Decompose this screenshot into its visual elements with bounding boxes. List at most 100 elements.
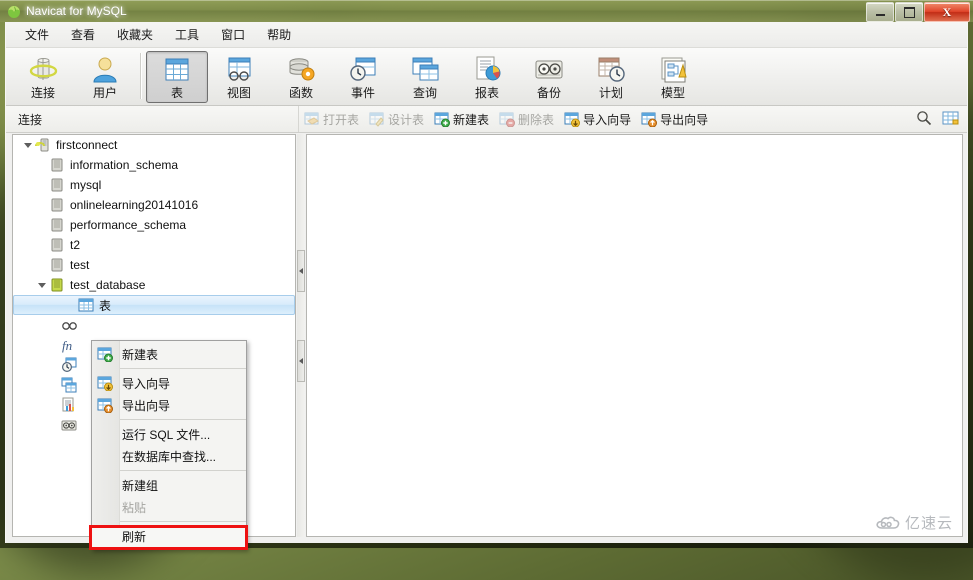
main-toolbar: 连接 用户 表 视图 函数 事件 查询 报表 备份 计划 模型 [6,48,967,106]
open-table-icon [304,112,319,125]
action-label: 导入向导 [583,112,632,127]
toolbar-label: 模型 [660,86,685,100]
menu-item-tools[interactable]: 工具 [164,23,210,46]
tree-node-label: t2 [70,238,81,252]
toolbar-button-query[interactable]: 查询 [394,51,456,103]
tree-node-label: 表 [99,298,112,313]
expander-icon[interactable] [35,275,49,295]
tree-node-onlinelearning[interactable]: onlinelearning20141016 [13,195,295,215]
action-label: 导出向导 [660,112,709,127]
grid-view-icon[interactable] [942,110,959,126]
event-icon [350,57,376,81]
toolbar-label: 备份 [536,86,561,100]
table-node-icon [78,298,94,312]
menu-item-file[interactable]: 文件 [14,23,60,46]
open-table-button[interactable]: 打开表 [304,111,359,128]
menu-item-window[interactable]: 窗口 [210,23,256,46]
query-icon [412,57,439,81]
client-area: 文件 查看 收藏夹 工具 窗口 帮助 连接 用户 表 视图 函数 事件 查询 报… [5,22,968,550]
toolbar-label: 表 [170,86,183,100]
database-grey-icon [51,198,63,212]
export-wizard-icon [641,112,658,127]
context-menu-item-import-wizard[interactable]: 导入向导 [92,372,246,394]
connection-icon [29,58,58,80]
import-wizard-button[interactable]: 导入向导 [564,111,631,128]
tree-node-view[interactable] [13,315,295,335]
splitter-collapse-handle[interactable] [297,250,305,292]
watermark: 亿速云 [875,512,953,533]
action-label: 删除表 [518,112,555,127]
maximize-button[interactable] [895,2,923,22]
tree-node-label: information_schema [70,158,179,172]
model-icon [661,57,687,83]
panel-splitter[interactable] [297,134,305,537]
menu-item-favorites[interactable]: 收藏夹 [106,23,164,46]
tree-node-table[interactable]: 表 [13,295,295,315]
toolbar-button-table[interactable]: 表 [146,51,208,103]
user-icon [93,57,117,83]
strip-actions: 打开表 设计表 新建表 删除表 导入向导 导出向导 [304,109,718,129]
tree-node-test[interactable]: test [13,255,295,275]
context-menu-item-find-in-database[interactable]: 在数据库中查找... [92,445,246,467]
schedule-icon [598,57,625,82]
new-table-icon [97,347,113,362]
context-menu[interactable]: 新建表 导入向导 导出向导 运行 SQL 文件... 在数据库中查找... 新建… [91,340,247,550]
object-list-area[interactable] [306,134,963,537]
title-bar[interactable]: Navicat for MySQL X [0,0,973,22]
search-icon[interactable] [916,110,932,126]
toolbar-button-event[interactable]: 事件 [332,51,394,103]
database-grey-icon [51,258,63,272]
backup-icon [535,60,563,79]
toolbar-button-backup[interactable]: 备份 [518,51,580,103]
report-node-icon [62,397,74,412]
database-grey-icon [51,178,63,192]
new-table-button[interactable]: 新建表 [434,111,489,128]
toolbar-label: 查询 [412,86,437,100]
export-wizard-button[interactable]: 导出向导 [641,111,708,128]
context-menu-label: 刷新 [122,529,147,544]
tree-node-label: onlinelearning20141016 [70,198,199,212]
toolbar-button-function[interactable]: 函数 [270,51,332,103]
toolbar-label: 计划 [598,86,623,100]
menu-item-help[interactable]: 帮助 [256,23,302,46]
cloud-icon [876,516,900,529]
toolbar-button-model[interactable]: 模型 [642,51,704,103]
tree-node-information-schema[interactable]: information_schema [13,155,295,175]
view-node-icon [62,322,77,330]
context-menu-label: 运行 SQL 文件... [122,427,211,442]
tree-node-firstconnect[interactable]: firstconnect [13,135,295,155]
object-toolbar: 连接 打开表 设计表 新建表 删除表 导入向导 导出向导 [6,106,967,133]
context-menu-item-run-sql-file[interactable]: 运行 SQL 文件... [92,423,246,445]
toolbar-button-view[interactable]: 视图 [208,51,270,103]
database-grey-icon [51,238,63,252]
design-table-icon [369,112,384,127]
function-node-icon: fn [62,338,72,353]
toolbar-button-user[interactable]: 用户 [74,51,136,103]
design-table-button[interactable]: 设计表 [369,111,424,128]
delete-table-button[interactable]: 删除表 [499,111,554,128]
tree-node-t2[interactable]: t2 [13,235,295,255]
context-menu-item-export-wizard[interactable]: 导出向导 [92,394,246,416]
toolbar-button-connection[interactable]: 连接 [12,51,74,103]
context-menu-item-refresh[interactable]: 刷新 [92,525,246,547]
tree-node-mysql[interactable]: mysql [13,175,295,195]
splitter-collapse-handle[interactable] [297,340,305,382]
import-wizard-icon [97,376,113,391]
chevron-left-icon [299,358,303,364]
expander-icon[interactable] [21,135,35,155]
context-menu-item-paste: 粘贴 [92,496,246,518]
context-menu-item-new-table[interactable]: 新建表 [92,343,246,365]
tree-node-test-database[interactable]: test_database [13,275,295,295]
toolbar-button-schedule[interactable]: 计划 [580,51,642,103]
toolbar-label: 函数 [288,86,313,100]
context-menu-item-new-group[interactable]: 新建组 [92,474,246,496]
connection-node-icon [35,138,49,152]
toolbar-button-report[interactable]: 报表 [456,51,518,103]
menu-item-view[interactable]: 查看 [60,23,106,46]
toolbar-label: 事件 [350,86,375,100]
minimize-button[interactable] [866,2,894,22]
strip-divider [298,106,299,132]
close-button[interactable]: X [924,2,970,22]
tree-node-performance-schema[interactable]: performance_schema [13,215,295,235]
strip-right-icons [906,110,959,126]
